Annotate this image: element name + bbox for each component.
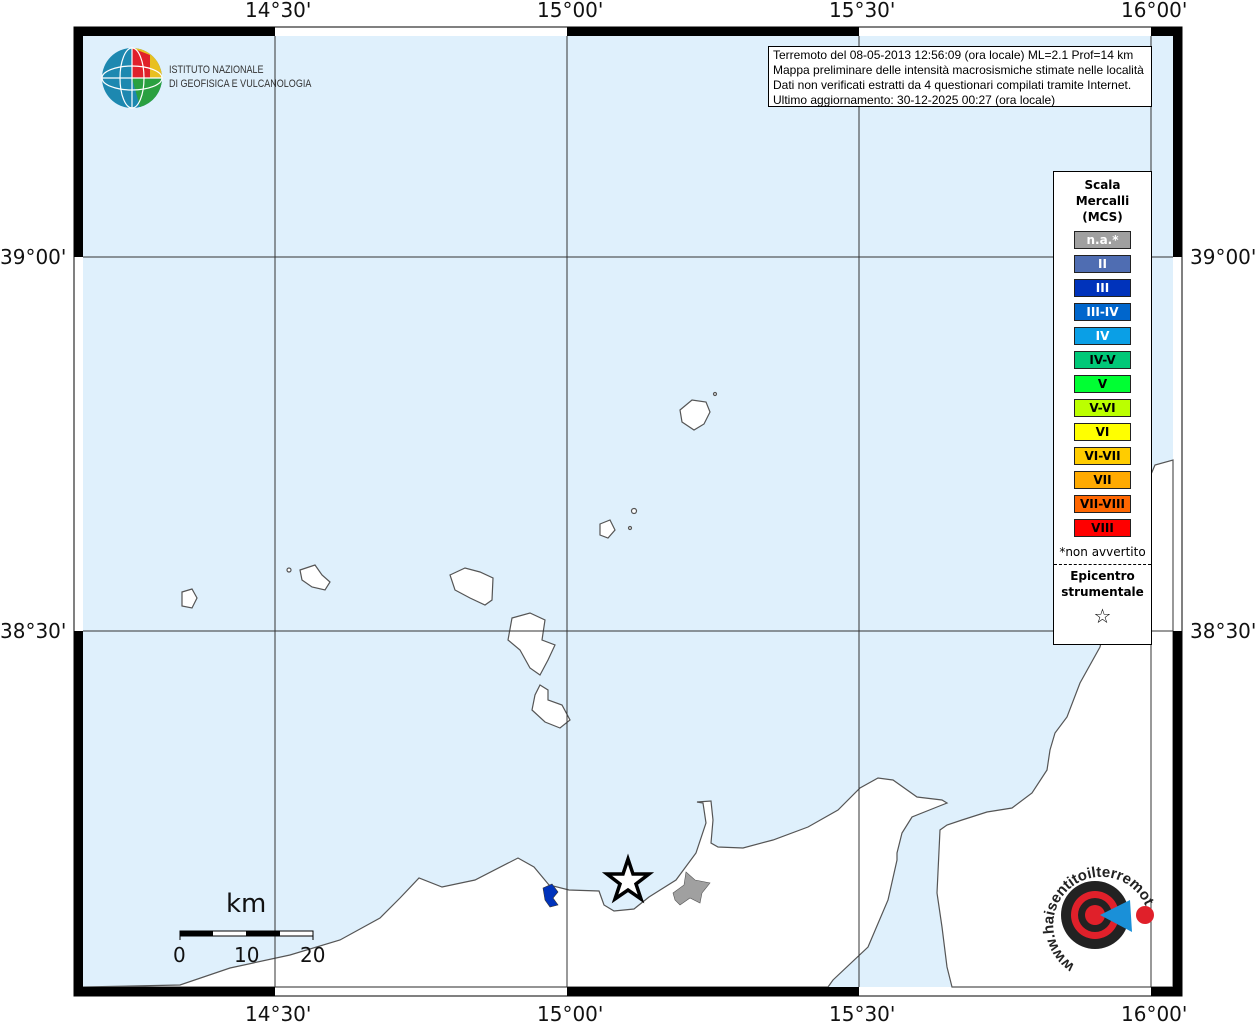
lon-label-bottom: 14°30' bbox=[245, 1002, 312, 1026]
ingv-logo-icon bbox=[101, 47, 163, 109]
islet bbox=[627, 525, 633, 531]
mcs-legend: Scala Mercalli (MCS) n.a.* II III III-IV IV I… bbox=[1053, 171, 1152, 645]
info-line: Ultimo aggiornamento: 30-12-2025 00:27 (… bbox=[773, 93, 1056, 107]
ingv-logo-text: ISTITUTO NAZIONALE DI GEOFISICA E VULCAN… bbox=[169, 63, 311, 91]
legend-title: Scala Mercalli (MCS) bbox=[1054, 177, 1151, 225]
lon-label-bottom: 15°30' bbox=[829, 1002, 896, 1026]
logo-line: ISTITUTO NAZIONALE bbox=[169, 64, 264, 76]
lat-label-right: 39°00' bbox=[1190, 245, 1255, 269]
scale-unit: km bbox=[226, 889, 267, 919]
legend-item-iii: III bbox=[1074, 279, 1131, 297]
legend-item-vii: VII bbox=[1074, 471, 1131, 489]
legend-item-iv-v: IV-V bbox=[1074, 351, 1131, 369]
legend-title-line: Mercalli bbox=[1075, 194, 1130, 208]
lon-label-top: 15°00' bbox=[537, 0, 604, 22]
legend-item-iii-iv: III-IV bbox=[1074, 303, 1131, 321]
info-line: Mappa preliminare delle intensità macros… bbox=[773, 63, 1144, 77]
scale-tick: 0 bbox=[173, 943, 186, 967]
event-info-box: Terremoto del 08-05-2013 12:56:09 (ora l… bbox=[768, 46, 1152, 107]
legend-epicentro-line: strumentale bbox=[1061, 585, 1144, 599]
island-strombolicchio bbox=[712, 391, 718, 397]
island-basiluzzo bbox=[630, 507, 638, 515]
logo-line: DI GEOFISICA E VULCANOLOGIA bbox=[169, 78, 312, 90]
star-icon: ☆ bbox=[1093, 604, 1112, 628]
lat-label-left: 38°30' bbox=[0, 619, 67, 643]
legend-item-n-a-: n.a.* bbox=[1074, 231, 1131, 249]
lon-label-top: 14°30' bbox=[245, 0, 312, 22]
legend-item-ii: II bbox=[1074, 255, 1131, 273]
legend-note: *non avvertito bbox=[1059, 545, 1146, 559]
legend-divider bbox=[1054, 564, 1151, 565]
legend-item-iv: IV bbox=[1074, 327, 1131, 345]
legend-swatches: n.a.* II III III-IV IV IV-V V V-VI VI VI-VII VII VI… bbox=[1054, 231, 1151, 537]
info-line: Terremoto del 08-05-2013 12:56:09 (ora l… bbox=[773, 48, 1134, 62]
lon-label-top: 15°30' bbox=[829, 0, 896, 22]
legend-item-v: V bbox=[1074, 375, 1131, 393]
legend-title-line: (MCS) bbox=[1082, 210, 1123, 224]
legend-item-vi-vii: VI-VII bbox=[1074, 447, 1131, 465]
lat-label-left: 39°00' bbox=[0, 245, 67, 269]
scale-tick: 20 bbox=[300, 943, 326, 967]
lat-label-right: 38°30' bbox=[1190, 619, 1255, 643]
legend-item-viii: VIII bbox=[1074, 519, 1131, 537]
lon-label-top: 16°00' bbox=[1121, 0, 1188, 22]
lon-label-bottom: 16°00' bbox=[1121, 1002, 1188, 1026]
info-line: Dati non verificati estratti da 4 questi… bbox=[773, 78, 1132, 92]
legend-item-vii-viii: VII-VIII bbox=[1074, 495, 1131, 513]
legend-title-line: Scala bbox=[1084, 178, 1121, 192]
legend-item-v-vi: V-VI bbox=[1074, 399, 1131, 417]
scale-tick: 10 bbox=[234, 943, 260, 967]
legend-epicentro-line: Epicentro bbox=[1070, 569, 1135, 583]
islet bbox=[286, 567, 292, 573]
lon-label-bottom: 15°00' bbox=[537, 1002, 604, 1026]
legend-item-vi: VI bbox=[1074, 423, 1131, 441]
